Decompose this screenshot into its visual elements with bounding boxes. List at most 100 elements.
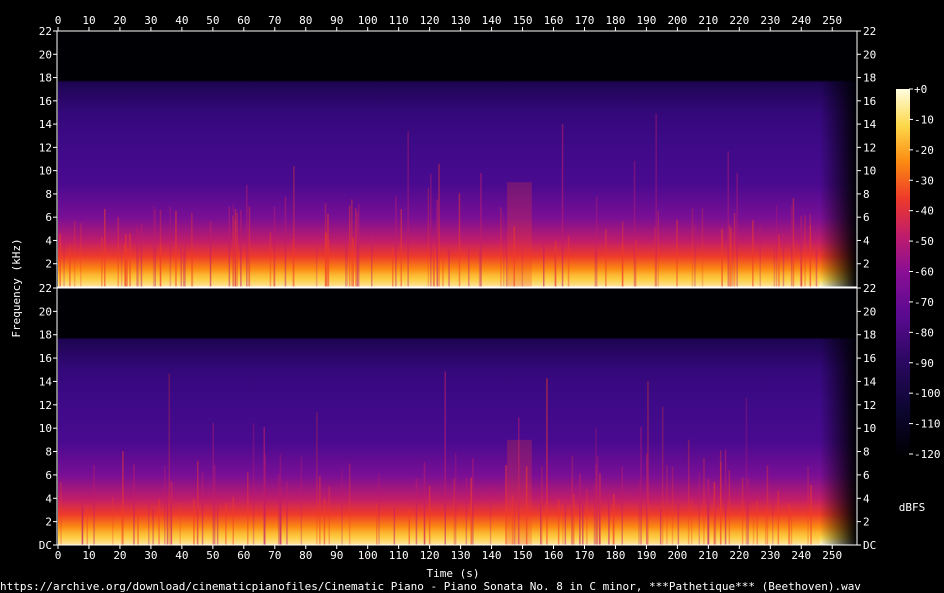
streak <box>170 481 172 545</box>
streak <box>554 240 557 287</box>
streak <box>348 206 351 287</box>
streak <box>661 406 664 545</box>
x-tick-label: 20 <box>113 14 126 27</box>
x-tick-label: 50 <box>206 14 219 27</box>
streak <box>277 473 280 545</box>
streak <box>691 208 694 287</box>
streak <box>175 211 177 287</box>
streak <box>676 219 678 287</box>
streak <box>687 439 690 545</box>
x-tick-label: 180 <box>606 14 626 27</box>
streak <box>279 454 282 545</box>
streak <box>541 466 543 545</box>
x-tick-label: 120 <box>420 14 440 27</box>
streak <box>810 485 812 545</box>
y-tick-label: 18 <box>863 72 876 85</box>
x-tick-label: 40 <box>175 549 188 562</box>
colorbar-tick-label: -90 <box>914 357 934 370</box>
streak <box>701 208 704 287</box>
y-tick-label: 14 <box>863 118 877 131</box>
streak <box>225 503 227 545</box>
streak <box>671 466 674 545</box>
y-axis-label: Frequency (kHz) <box>10 238 23 337</box>
streak <box>608 494 610 545</box>
streak <box>724 449 727 545</box>
streak <box>747 478 749 545</box>
streak <box>319 476 321 545</box>
y-tick-label: 12 <box>863 399 876 412</box>
y-tick-label: 10 <box>863 422 876 435</box>
y-tick-label: 6 <box>863 469 870 482</box>
streak <box>752 503 755 545</box>
streak <box>458 193 461 287</box>
streak <box>213 465 216 545</box>
x-tick-label: 230 <box>760 14 780 27</box>
streak <box>328 486 330 545</box>
y-tick-label: 16 <box>863 95 876 108</box>
y-tick-label: 10 <box>863 165 876 178</box>
streak <box>159 245 162 287</box>
streak <box>736 172 738 287</box>
streak <box>772 501 774 545</box>
x-tick-label: 140 <box>482 549 502 562</box>
streak <box>59 233 61 287</box>
streak <box>269 232 272 287</box>
streak <box>341 469 343 545</box>
streak <box>638 482 640 545</box>
streak <box>756 500 758 545</box>
streak <box>694 225 696 287</box>
spectrogram-chart: 0 10 20 30 40 50 60 70 80 90 100 110 120 130 140 150 160… <box>0 14 941 593</box>
y-tick-label: 16 <box>39 95 52 108</box>
streak <box>815 250 818 287</box>
y-tick-label: 16 <box>39 352 52 365</box>
streak <box>348 463 351 545</box>
streak <box>730 227 732 287</box>
streak <box>788 503 790 545</box>
streak <box>121 506 123 545</box>
x-tick-label: 100 <box>358 14 378 27</box>
streak <box>228 206 231 287</box>
streak <box>745 397 748 545</box>
streak <box>790 205 793 287</box>
x-axis-top: 0 10 20 30 40 50 60 70 80 90 100 110 120 130 140 150 160… <box>55 14 842 31</box>
streak <box>284 196 287 287</box>
streak <box>246 184 248 287</box>
streak <box>345 243 347 287</box>
y-tick-label: 8 <box>863 188 870 201</box>
streak <box>612 503 614 545</box>
x-tick-label: 20 <box>113 549 126 562</box>
streak <box>164 466 166 545</box>
x-tick-label: 180 <box>606 549 626 562</box>
streak <box>732 232 734 287</box>
streak <box>621 466 623 545</box>
streak <box>579 473 581 545</box>
streak <box>140 224 143 287</box>
streak <box>247 472 249 545</box>
colorbar <box>896 89 910 454</box>
streak <box>104 208 106 287</box>
streak <box>707 479 709 545</box>
streak <box>634 239 637 287</box>
streak <box>430 173 432 287</box>
streak <box>179 502 181 545</box>
y-tick-label: 14 <box>39 118 53 131</box>
x-tick-label: 110 <box>389 14 409 27</box>
streak <box>378 473 380 545</box>
streak <box>714 484 717 545</box>
streak <box>400 209 402 287</box>
streak <box>586 489 588 545</box>
spectrogram-panel-2 <box>58 288 857 545</box>
streak <box>158 499 160 545</box>
streak <box>657 210 659 287</box>
x-tick-label: 190 <box>636 14 656 27</box>
streak <box>120 248 123 287</box>
x-tick-label: 240 <box>791 14 811 27</box>
x-tick-label: 250 <box>822 14 842 27</box>
streak <box>448 250 450 287</box>
x-tick-label: 240 <box>791 549 811 562</box>
streak <box>352 237 354 287</box>
streak <box>599 484 601 545</box>
x-tick-label: 30 <box>144 14 157 27</box>
streak <box>264 453 266 545</box>
streak <box>184 243 186 287</box>
